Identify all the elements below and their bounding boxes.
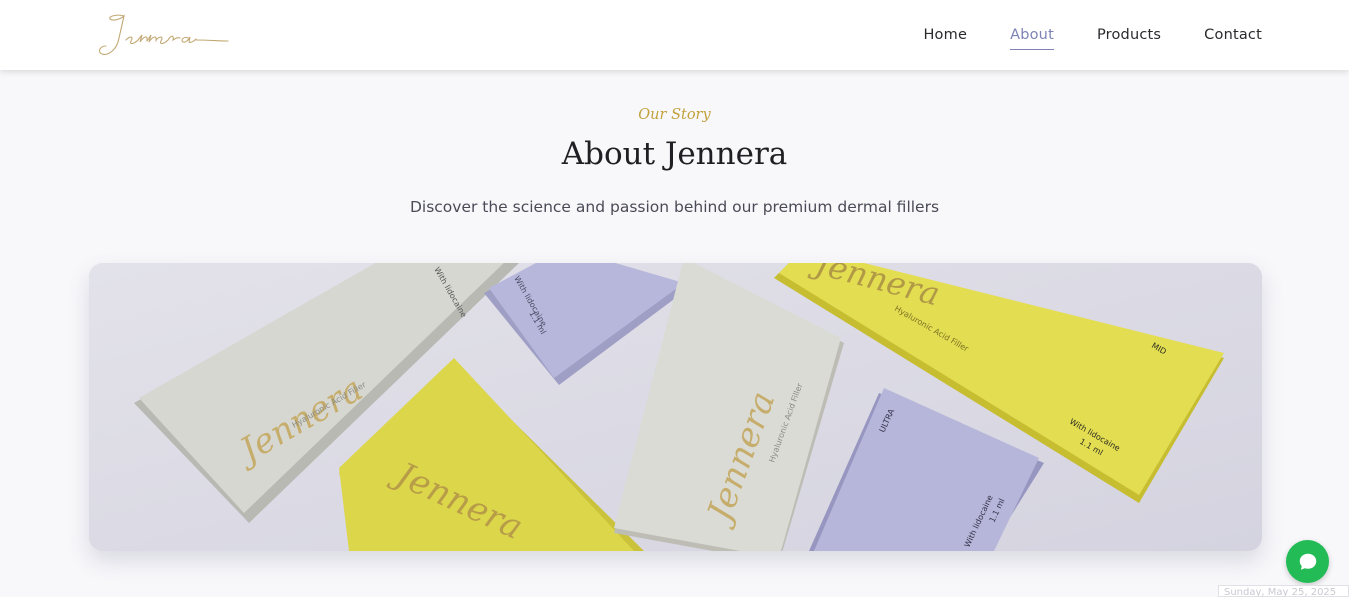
logo-script-icon	[98, 14, 229, 55]
page-subtitle: Discover the science and passion behind …	[409, 198, 940, 216]
section-eyebrow: Our Story	[638, 107, 711, 123]
main-nav: Home About Products Contact	[923, 0, 1262, 70]
brand-logo[interactable]: Jennera	[94, 10, 230, 60]
nav-contact[interactable]: Contact	[1204, 21, 1262, 49]
nav-products[interactable]: Products	[1097, 21, 1161, 49]
product-photo: Jennera Hyaluronic Acid Filler With lido…	[89, 263, 1262, 551]
nav-about[interactable]: About	[1010, 21, 1054, 50]
nav-home[interactable]: Home	[923, 21, 967, 49]
chat-button[interactable]	[1286, 540, 1329, 583]
date-stamp: Sunday, May 25, 2025	[1218, 585, 1349, 597]
chat-bubble-icon	[1299, 553, 1316, 570]
site-header: Jennera Home About Products Contact	[0, 0, 1349, 70]
page-title: About Jennera	[561, 136, 788, 172]
